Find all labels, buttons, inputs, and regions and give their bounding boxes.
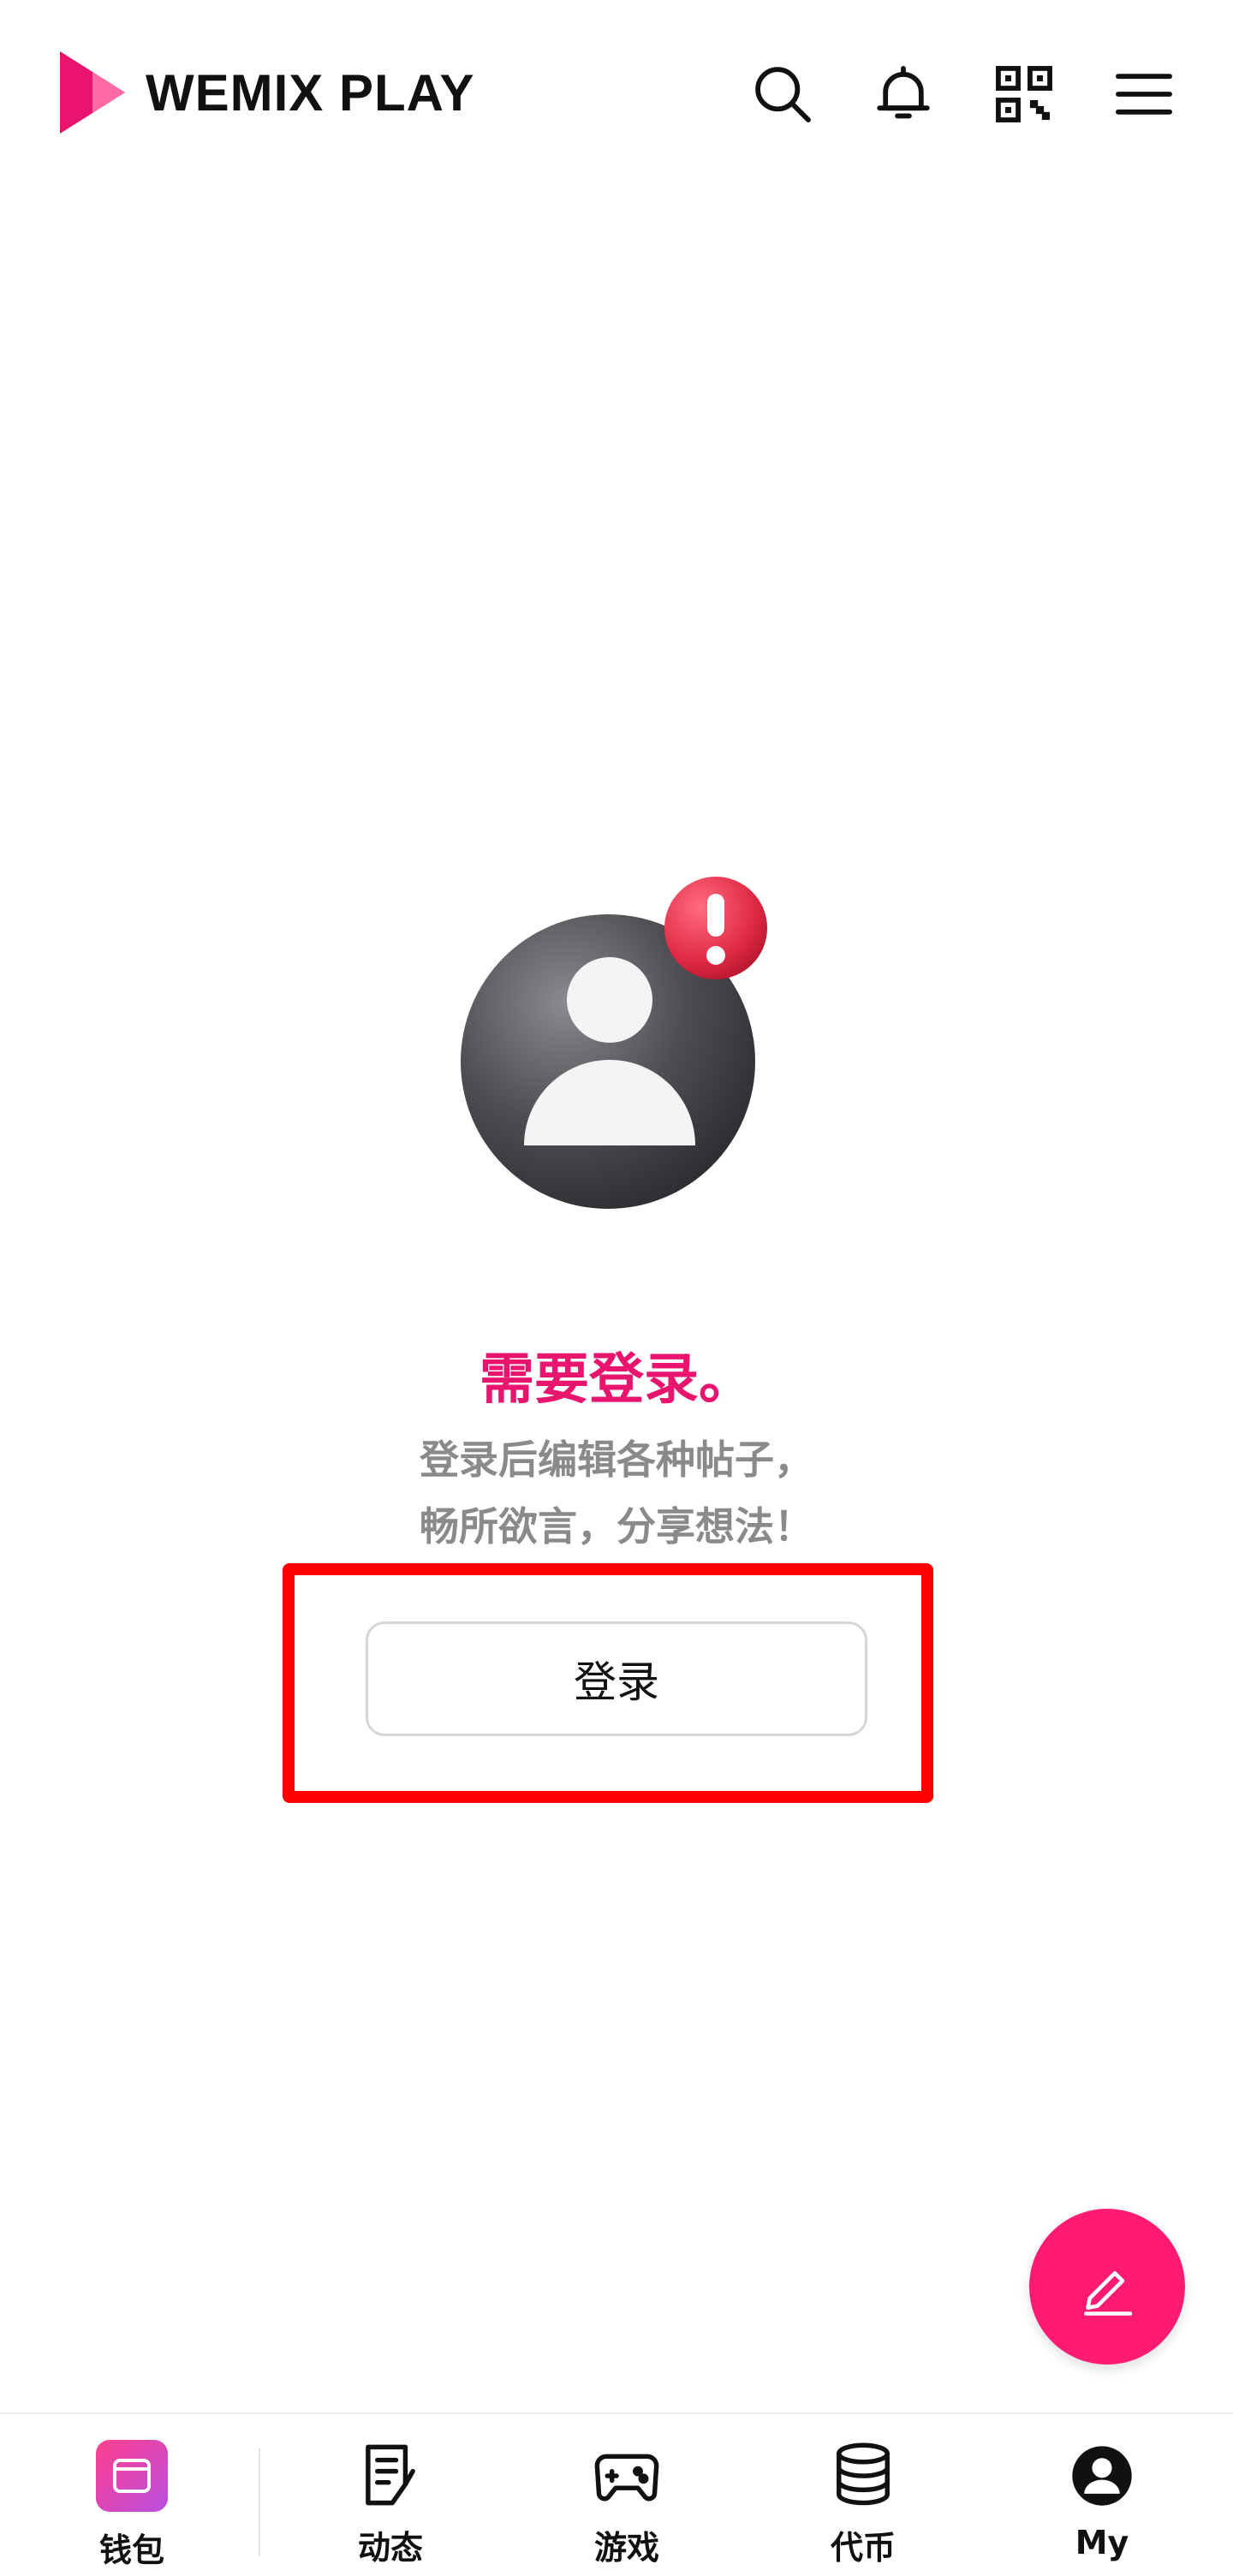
- qr-code-icon: [996, 66, 1052, 122]
- description-line-1: 登录后编辑各种帖子，: [420, 1437, 813, 1483]
- description-line-2: 畅所欲言，分享想法！: [420, 1503, 813, 1550]
- logo-text: WEMIX PLAY: [146, 63, 475, 122]
- header: WEMIX PLAY: [0, 0, 1233, 188]
- nav-item-wallet[interactable]: 钱包: [63, 2440, 200, 2569]
- wallet-icon: [96, 2440, 168, 2512]
- bottom-nav: 钱包 动态 游戏 代币 My: [0, 2412, 1233, 2576]
- edit-icon: [1084, 2271, 1133, 2316]
- login-required-title: 需要登录。: [480, 1348, 754, 1412]
- notifications-button[interactable]: [867, 58, 939, 130]
- login-button[interactable]: 登录: [366, 1621, 867, 1736]
- nav-item-my[interactable]: My: [1033, 2440, 1170, 2568]
- search-icon: [755, 67, 811, 122]
- menu-button[interactable]: [1108, 58, 1180, 130]
- logo[interactable]: WEMIX PLAY: [58, 50, 475, 135]
- gamepad-icon: [594, 2454, 659, 2501]
- nav-label-games: 游戏: [593, 2529, 659, 2567]
- nav-label-feed: 动态: [357, 2529, 423, 2567]
- qr-scan-button[interactable]: [988, 58, 1060, 130]
- login-required-description: 登录后编辑各种帖子， 畅所欲言，分享想法！: [0, 1426, 1233, 1560]
- feed-icon: [366, 2444, 415, 2505]
- nav-item-games[interactable]: 游戏: [558, 2440, 695, 2568]
- menu-icon: [1116, 74, 1172, 115]
- search-button[interactable]: [747, 58, 819, 130]
- nav-label-tokens: 代币: [830, 2529, 896, 2567]
- nav-item-feed[interactable]: 动态: [322, 2440, 459, 2568]
- user-warning-icon: [461, 877, 767, 1209]
- nav-item-tokens[interactable]: 代币: [795, 2440, 932, 2568]
- bell-icon: [877, 66, 930, 119]
- wemix-play-logo-icon: [60, 51, 125, 134]
- nav-label-wallet: 钱包: [98, 2531, 164, 2569]
- user-icon: [1072, 2446, 1132, 2506]
- coins-icon: [837, 2442, 890, 2505]
- write-post-button[interactable]: [1029, 2209, 1185, 2365]
- login-required-illustration: [454, 873, 779, 1216]
- nav-divider: [259, 2448, 260, 2556]
- nav-label-my: My: [1075, 2524, 1129, 2561]
